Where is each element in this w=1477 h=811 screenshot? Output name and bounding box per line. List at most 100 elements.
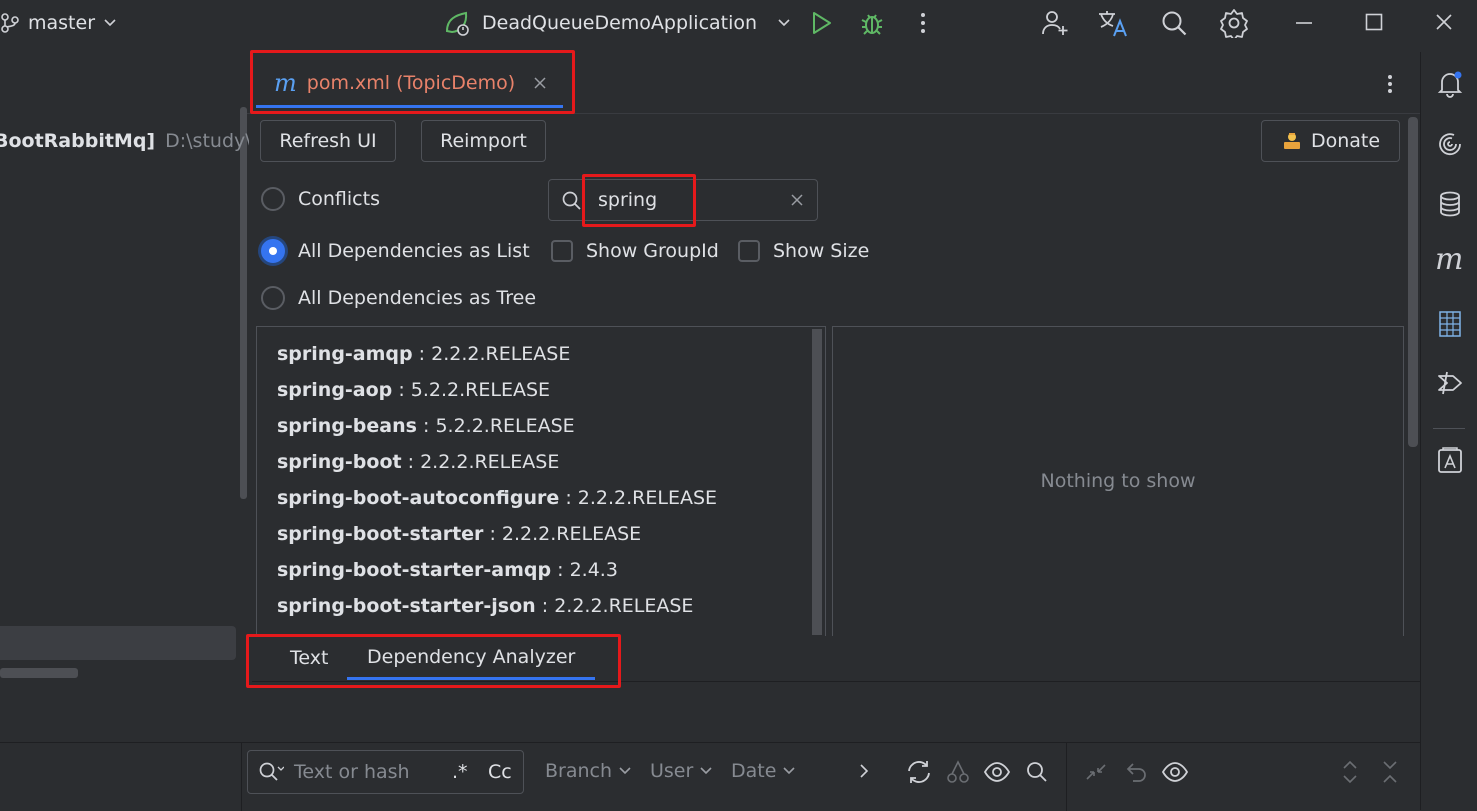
project-root-name: BootRabbitMq] <box>0 130 156 152</box>
search-icon[interactable] <box>1160 9 1188 37</box>
list-item[interactable]: spring-boot-starter-json : 2.2.2.RELEASE <box>257 588 825 624</box>
all-tree-radio[interactable] <box>261 286 285 310</box>
option-all-list[interactable]: All Dependencies as List <box>261 239 530 263</box>
clear-search-icon[interactable] <box>790 193 804 207</box>
donate-button[interactable]: Donate <box>1261 120 1400 162</box>
project-root-node[interactable]: BootRabbitMq] D:\study\jav <box>0 130 249 152</box>
commit-search-field[interactable]: Text or hash .* Cc <box>247 750 524 794</box>
list-scrollbar[interactable] <box>812 329 822 635</box>
list-item[interactable]: spring-boot : 2.2.2.RELEASE <box>257 444 825 480</box>
chevron-down-icon <box>103 18 117 28</box>
highlight-tab-box <box>250 50 575 114</box>
minimize-icon[interactable] <box>1294 12 1314 32</box>
dependency-name: spring-amqp <box>277 343 413 365</box>
eye-icon[interactable] <box>1161 759 1189 785</box>
dependency-version: 5.2.2.RELEASE <box>410 379 551 401</box>
chevron-down-icon <box>777 18 791 28</box>
branch-selector[interactable]: master <box>0 10 117 36</box>
dependency-version: 2.2.2.RELEASE <box>501 523 642 545</box>
search-icon <box>561 190 583 212</box>
selected-row[interactable] <box>0 626 236 660</box>
donate-icon <box>1281 130 1303 152</box>
option-show-groupid[interactable]: Show GroupId <box>551 240 719 262</box>
collapse-arrows-icon <box>1083 759 1109 785</box>
list-item[interactable]: spring-aop : 5.2.2.RELEASE <box>257 372 825 408</box>
show-groupid-label: Show GroupId <box>586 240 719 262</box>
filter-date-label: Date <box>731 760 777 782</box>
database-icon[interactable] <box>1436 190 1464 218</box>
refresh-ui-button[interactable]: Refresh UI <box>260 120 396 162</box>
list-item[interactable]: spring-beans : 5.2.2.RELEASE <box>257 408 825 444</box>
tab-options-icon[interactable] <box>1382 72 1398 96</box>
settings-gear-icon[interactable] <box>1219 8 1249 38</box>
option-show-size[interactable]: Show Size <box>738 240 869 262</box>
chevron-down-icon <box>782 766 796 776</box>
project-scrollbar[interactable] <box>240 107 247 499</box>
structure-grid-icon[interactable] <box>1437 310 1463 338</box>
filter-date[interactable]: Date <box>731 760 796 782</box>
search-icon <box>258 761 284 783</box>
ai-assistant-icon[interactable] <box>1436 130 1464 158</box>
conflicts-radio[interactable] <box>261 187 285 211</box>
run-config-name: DeadQueueDemoApplication <box>482 12 758 34</box>
translation-book-icon[interactable] <box>1437 446 1463 474</box>
dependency-version: 2.2.2.RELEASE <box>431 343 571 365</box>
show-size-label: Show Size <box>773 240 870 262</box>
all-list-radio[interactable] <box>261 239 285 263</box>
translate-icon[interactable] <box>1097 8 1129 38</box>
refresh-log-icon[interactable] <box>905 759 933 785</box>
editor-scrollbar[interactable] <box>1408 117 1418 447</box>
chevron-down-icon <box>618 766 632 776</box>
dependency-list: spring-amqp : 2.2.2.RELEASE spring-aop :… <box>256 326 826 636</box>
vcs-divider <box>1066 743 1067 811</box>
filter-user-label: User <box>650 760 694 782</box>
commit-search-placeholder: Text or hash <box>294 761 410 783</box>
empty-state-text: Nothing to show <box>1040 470 1196 492</box>
undo-icon <box>1124 759 1150 785</box>
debug-icon[interactable] <box>858 9 886 37</box>
dependency-detail-panel: Nothing to show <box>832 326 1404 636</box>
notifications-bell-icon[interactable] <box>1436 70 1464 98</box>
project-root-path: D:\study\jav <box>165 130 249 152</box>
match-case-toggle[interactable]: Cc <box>488 761 512 783</box>
add-user-icon[interactable] <box>1040 8 1070 38</box>
filter-branch-label: Branch <box>545 760 613 782</box>
cherry-pick-icon <box>945 759 971 785</box>
run-configuration-selector[interactable]: DeadQueueDemoApplication <box>444 8 791 38</box>
maximize-icon[interactable] <box>1364 12 1384 32</box>
list-item[interactable]: spring-amqp : 2.2.2.RELEASE <box>257 336 825 372</box>
chevron-down-icon <box>699 766 713 776</box>
list-item[interactable]: spring-boot-starter-amqp : 2.4.3 <box>257 552 825 588</box>
collapse-all-icon <box>1380 759 1400 785</box>
vcs-divider <box>241 743 242 811</box>
filter-branch[interactable]: Branch <box>545 760 632 782</box>
donate-label: Donate <box>1310 130 1381 152</box>
regex-toggle[interactable]: .* <box>452 761 478 783</box>
list-item[interactable]: spring-boot-autoconfigure : 2.2.2.RELEAS… <box>257 480 825 516</box>
maven-tool-icon[interactable]: m <box>1435 242 1463 277</box>
branch-name: master <box>28 12 96 34</box>
show-groupid-checkbox[interactable] <box>551 240 573 262</box>
dependency-name: spring-boot-starter-json <box>277 595 536 617</box>
eye-icon[interactable] <box>983 759 1011 785</box>
search-icon[interactable] <box>1025 760 1049 784</box>
close-window-icon[interactable] <box>1434 12 1454 32</box>
run-icon[interactable] <box>808 10 834 36</box>
plugin-icon[interactable] <box>1435 368 1465 398</box>
dependency-version: 5.2.2.RELEASE <box>435 415 575 437</box>
option-all-tree[interactable]: All Dependencies as Tree <box>261 286 536 310</box>
dependency-name: spring-boot-starter <box>277 523 484 545</box>
option-conflicts[interactable]: Conflicts <box>261 187 380 211</box>
filter-user[interactable]: User <box>650 760 713 782</box>
list-item[interactable]: spring-boot-starter : 2.2.2.RELEASE <box>257 516 825 552</box>
dependency-name: spring-beans <box>277 415 417 437</box>
show-size-checkbox[interactable] <box>738 240 760 262</box>
spring-boot-icon <box>444 9 472 37</box>
horizontal-scrollbar[interactable] <box>0 668 78 678</box>
reimport-button[interactable]: Reimport <box>421 120 546 162</box>
highlight-bottom-tabs-box <box>246 634 621 688</box>
chevron-right-icon[interactable] <box>858 763 870 779</box>
more-actions-icon[interactable] <box>915 10 931 36</box>
title-bar: master DeadQueueDemoApplication <box>0 0 1477 46</box>
dependency-version: 2.2.2.RELEASE <box>420 451 560 473</box>
